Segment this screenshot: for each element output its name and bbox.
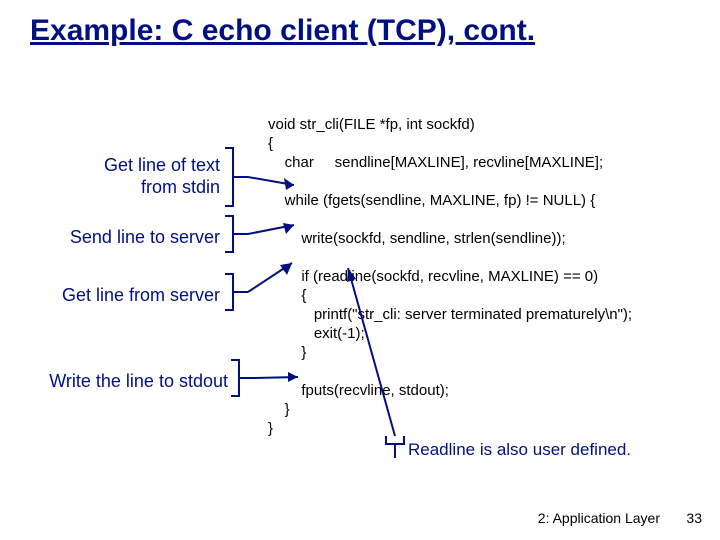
bracket-send-server	[225, 216, 248, 252]
footer-chapter: 2: Application Layer	[538, 510, 660, 526]
label-get-stdin-line2: from stdin	[141, 177, 220, 197]
label-send-server: Send line to server	[30, 226, 220, 248]
bracket-write-stdout	[231, 360, 254, 396]
code-block: void str_cli(FILE *fp, int sockfd) { cha…	[268, 115, 632, 438]
label-get-stdin: Get line of text from stdin	[50, 154, 220, 198]
footer-page: 33	[686, 510, 702, 526]
bracket-footnote	[386, 436, 404, 458]
bracket-get-server	[225, 274, 248, 310]
bracket-get-stdin	[225, 148, 248, 206]
label-write-stdout: Write the line to stdout	[0, 370, 228, 392]
label-get-stdin-line1: Get line of text	[104, 155, 220, 175]
footnote-readline: Readline is also user defined.	[408, 440, 631, 460]
label-get-server: Get line from server	[20, 284, 220, 306]
page-title: Example: C echo client (TCP), cont.	[30, 14, 535, 48]
